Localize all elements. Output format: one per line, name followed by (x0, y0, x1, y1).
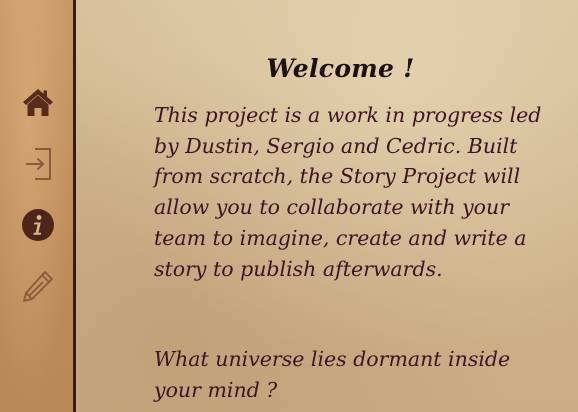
nav-info-button[interactable] (18, 205, 58, 245)
page-title: Welcome ! (266, 53, 415, 83)
intro-paragraph: This project is a work in progress led b… (154, 103, 542, 281)
page-background: Welcome ! This project is a work in prog… (0, 0, 578, 412)
sidebar-nav (0, 0, 76, 412)
info-icon (21, 208, 55, 242)
main-content: Welcome ! This project is a work in prog… (79, 0, 578, 412)
nav-home-button[interactable] (18, 82, 58, 122)
login-icon (23, 147, 53, 181)
nav-login-button[interactable] (18, 144, 58, 184)
home-icon (22, 87, 54, 117)
nav-write-button[interactable] (18, 266, 58, 306)
question-paragraph: What universe lies dormant inside your m… (154, 347, 511, 402)
pencil-icon (21, 269, 55, 303)
